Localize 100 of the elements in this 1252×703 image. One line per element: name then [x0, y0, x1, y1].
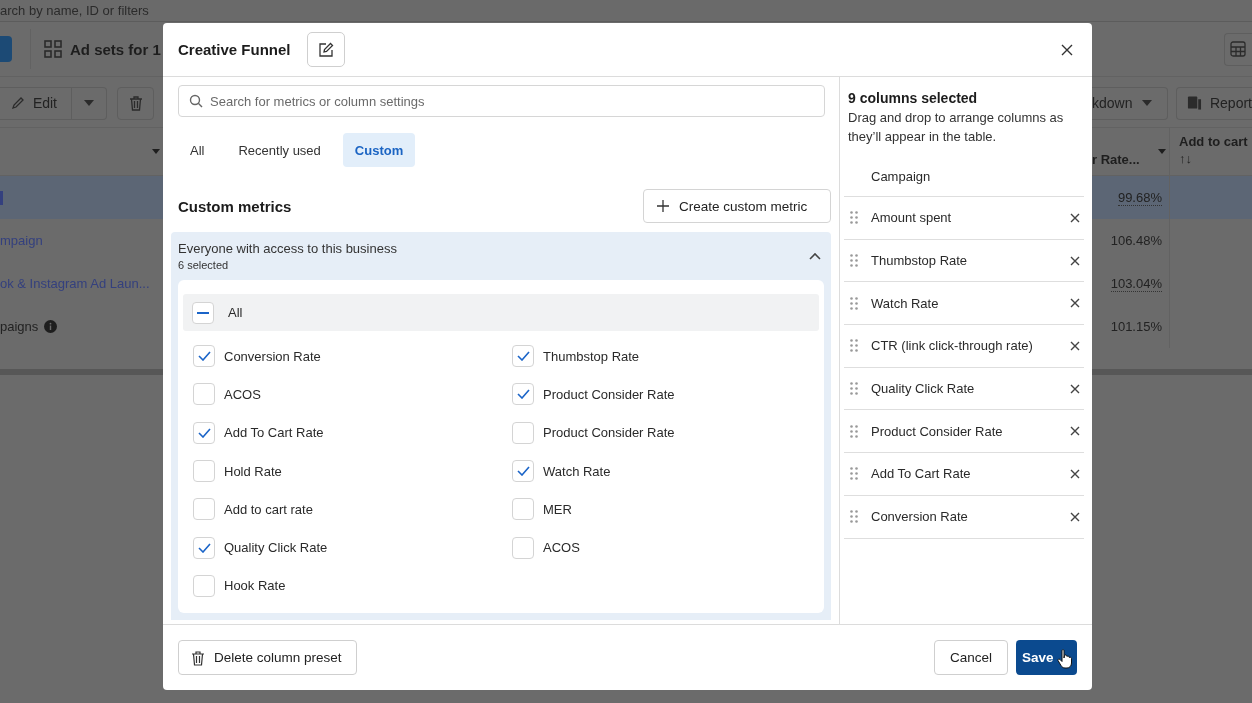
edit-icon	[317, 41, 334, 58]
breakdown-button[interactable]: kdown	[1092, 86, 1168, 120]
checkbox-label: All	[228, 305, 243, 320]
caret-icon[interactable]	[1158, 149, 1166, 154]
cancel-button[interactable]: Cancel	[934, 640, 1008, 675]
drag-handle-icon[interactable]	[850, 382, 858, 396]
drag-handle-icon[interactable]	[850, 510, 858, 524]
checkbox[interactable]	[193, 536, 215, 559]
page-title: Ad sets for 1	[70, 40, 161, 58]
checkbox-label: Add To Cart Rate	[224, 425, 324, 441]
checkbox[interactable]	[193, 574, 215, 597]
checkbox[interactable]	[512, 498, 534, 521]
checkbox-label: Conversion Rate	[224, 348, 321, 364]
check-icon	[516, 466, 530, 477]
checkbox-label: MER	[543, 501, 572, 517]
table-row[interactable]: paigns	[0, 305, 163, 348]
column-name: Amount spent	[871, 210, 953, 226]
column-header[interactable]: Add to cart	[1179, 134, 1252, 149]
create-metric-button[interactable]: Create custom metric	[643, 189, 831, 223]
remove-icon[interactable]	[1070, 468, 1080, 479]
drag-handle-icon[interactable]	[850, 467, 858, 481]
link-fragment[interactable]	[0, 190, 3, 205]
select-all-row[interactable]: All	[183, 294, 819, 331]
column-name: Watch Rate	[871, 295, 940, 311]
drag-handle-icon[interactable]	[850, 296, 858, 310]
report-icon	[1187, 95, 1202, 111]
search-text: arch by name, ID or filters	[0, 3, 149, 18]
rename-button[interactable]	[306, 32, 345, 67]
checkbox-label: Quality Click Rate	[224, 540, 328, 556]
check-icon	[516, 389, 530, 400]
column-name: Add To Cart Rate	[871, 466, 972, 482]
minus-icon	[197, 311, 209, 314]
reports-button[interactable]: Report	[1176, 86, 1252, 120]
checkbox[interactable]	[193, 421, 215, 444]
remove-icon[interactable]	[1070, 255, 1080, 266]
drag-handle-icon[interactable]	[850, 254, 858, 268]
table-icon	[1230, 41, 1246, 57]
check-icon	[197, 351, 211, 362]
checkbox[interactable]	[193, 383, 215, 406]
hand-cursor-icon	[1057, 649, 1073, 669]
column-name: Conversion Rate	[871, 509, 969, 525]
remove-icon[interactable]	[1070, 298, 1080, 309]
checkbox-label: Hold Rate	[224, 463, 282, 479]
remove-icon[interactable]	[1070, 340, 1080, 351]
checkbox[interactable]	[193, 460, 215, 483]
caret-icon[interactable]	[152, 149, 160, 154]
column-name: CTR (link click-through rate)	[871, 338, 1034, 354]
chevron-up-icon	[809, 252, 821, 260]
filter-tab[interactable]: Custom	[342, 133, 416, 167]
remove-icon[interactable]	[1070, 511, 1080, 522]
checkbox[interactable]	[192, 301, 214, 324]
checkbox[interactable]	[512, 460, 534, 483]
edit-button[interactable]: Edit	[0, 86, 72, 120]
metric-value: 99.68%	[1117, 189, 1162, 206]
checkbox-label: ACOS	[543, 540, 580, 556]
sort-icon[interactable]: ↑↓	[1179, 151, 1252, 166]
checkbox[interactable]	[512, 536, 534, 559]
filter-tab[interactable]: Recently used	[226, 133, 333, 167]
metric-value: 103.04%	[1110, 275, 1162, 292]
filter-tab[interactable]: All	[178, 133, 217, 167]
checkbox[interactable]	[512, 421, 534, 444]
remove-icon[interactable]	[1070, 383, 1080, 394]
drag-handle-icon[interactable]	[850, 211, 858, 225]
delete-preset-button[interactable]: Delete column preset	[178, 640, 357, 675]
checkbox[interactable]	[193, 498, 215, 521]
column-header[interactable]: r Rate...	[1092, 152, 1140, 167]
drag-handle-icon[interactable]	[850, 424, 858, 438]
checkbox-label: Product Consider Rate	[543, 386, 675, 402]
checkbox[interactable]	[193, 345, 215, 368]
checkbox-label: Thumbstop Rate	[543, 348, 640, 364]
delete-button[interactable]	[117, 86, 154, 120]
dialog-title: Creative Funnel	[178, 41, 291, 58]
remove-icon[interactable]	[1070, 212, 1080, 223]
checkbox[interactable]	[512, 383, 534, 406]
column-name: Campaign	[871, 168, 932, 184]
remove-icon[interactable]	[1070, 426, 1080, 437]
selected-columns-title: 9 columns selected	[847, 90, 979, 106]
search-field[interactable]: Search for metrics or column settings	[178, 85, 825, 117]
checkbox[interactable]	[512, 345, 534, 368]
checkbox-label: Add to cart rate	[224, 501, 313, 517]
check-icon	[197, 542, 211, 553]
group-header[interactable]: Everyone with access to this business 6 selected	[171, 232, 831, 280]
metric-value: 101.15%	[1110, 319, 1162, 334]
grid-icon	[44, 40, 62, 58]
check-icon	[516, 351, 530, 362]
column-name: Thumbstop Rate	[871, 253, 969, 269]
instruction-text: Drag and drop to arrange columns as they’ll appear in the table.	[847, 109, 1065, 146]
dropdown-button[interactable]	[72, 86, 107, 120]
checkbox-label: Hook Rate	[224, 578, 286, 594]
close-icon	[1061, 43, 1073, 56]
check-icon	[197, 427, 211, 438]
pencil-icon	[10, 96, 25, 110]
info-icon	[44, 320, 58, 333]
selected-count: 6 selected	[178, 259, 230, 271]
column-name: Quality Click Rate	[871, 381, 976, 397]
save-button[interactable]: Save	[1016, 640, 1077, 675]
drag-handle-icon[interactable]	[850, 339, 858, 353]
table-view-button[interactable]	[1224, 32, 1252, 66]
checkbox-label: Watch Rate	[543, 463, 611, 479]
plus-icon	[657, 200, 669, 212]
